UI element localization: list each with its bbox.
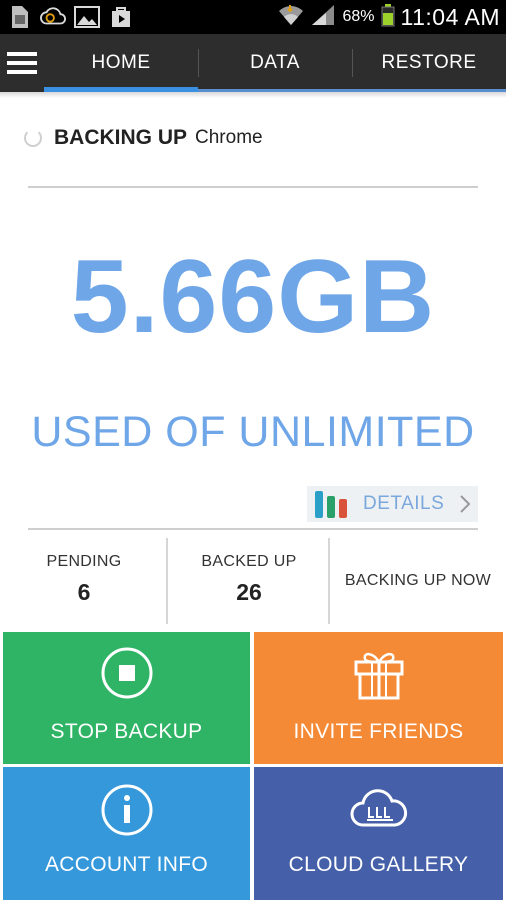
clock: 11:04 AM: [400, 3, 500, 30]
cloud-gallery-button[interactable]: CLOUD GALLERY: [254, 767, 503, 900]
info-icon: [101, 784, 152, 836]
backup-app: Chrome: [195, 127, 263, 148]
tab-home[interactable]: HOME: [44, 34, 198, 92]
backup-stats: PENDING 6 BACKED UP 26 BACKING UP NOW: [0, 530, 506, 628]
tile-label: STOP BACKUP: [50, 720, 203, 743]
cloud-gallery-icon: [350, 789, 407, 827]
hamburger-icon: [7, 52, 37, 74]
stat-pending: PENDING 6: [0, 530, 168, 628]
spinner-icon: [24, 129, 42, 147]
signal-icon: [310, 3, 336, 32]
tile-label: CLOUD GALLERY: [288, 853, 469, 876]
battery-icon: [381, 3, 395, 32]
stop-backup-button[interactable]: STOP BACKUP: [3, 632, 250, 764]
status-bar: 68% 11:04 AM: [0, 0, 506, 34]
stat-label: PENDING: [46, 552, 122, 570]
stat-backing-up-now: BACKING UP NOW: [330, 530, 506, 628]
tab-restore[interactable]: RESTORE: [352, 34, 506, 92]
bar-chart-icon: [313, 490, 349, 518]
divider: [28, 186, 478, 188]
battery-percent: 68%: [342, 8, 375, 25]
storage-used: 5.66GB: [70, 239, 436, 355]
stat-label: BACKING UP NOW: [344, 572, 492, 589]
tab-label: DATA: [250, 52, 300, 73]
tile-label: INVITE FRIENDS: [293, 720, 464, 743]
stat-label: BACKED UP: [201, 552, 297, 570]
tile-label: ACCOUNT INFO: [44, 853, 209, 876]
action-bar: HOME DATA RESTORE: [0, 34, 506, 92]
tab-label: RESTORE: [381, 52, 477, 73]
backup-status: BACKING UP Chrome: [24, 126, 263, 150]
sim-card-icon: [6, 4, 32, 30]
menu-button[interactable]: [0, 34, 44, 92]
gift-icon: [354, 652, 403, 700]
storage-quota: USED OF UNLIMITED: [31, 408, 475, 456]
image-icon: [74, 4, 100, 30]
stat-value: 6: [77, 578, 91, 605]
stat-value: 26: [236, 578, 262, 605]
invite-friends-button[interactable]: INVITE FRIENDS: [254, 632, 503, 764]
chevron-right-icon: [458, 493, 472, 520]
cloud-sync-icon: [40, 4, 66, 30]
backup-state: BACKING UP: [54, 126, 188, 149]
wifi-icon: [278, 3, 304, 32]
tab-bar: HOME DATA RESTORE: [44, 34, 506, 92]
account-info-button[interactable]: ACCOUNT INFO: [3, 767, 250, 900]
tab-data[interactable]: DATA: [198, 34, 352, 92]
action-bar-shadow: [0, 92, 506, 98]
details-button[interactable]: DETAILS: [307, 486, 478, 522]
details-label: DETAILS: [363, 493, 445, 514]
play-store-icon: [108, 4, 134, 30]
tab-label: HOME: [91, 52, 151, 73]
stop-icon: [101, 647, 152, 699]
stat-backed-up: BACKED UP 26: [168, 530, 330, 628]
